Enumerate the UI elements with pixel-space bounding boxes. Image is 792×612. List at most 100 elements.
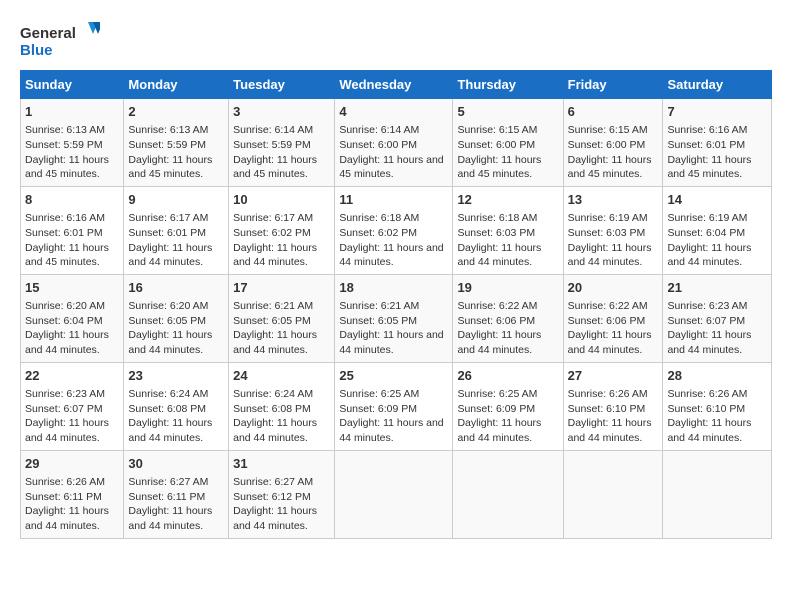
day-cell: 18 Sunrise: 6:21 AMSunset: 6:05 PMDaylig… (335, 274, 453, 362)
header-row: SundayMondayTuesdayWednesdayThursdayFrid… (21, 71, 772, 99)
day-number: 28 (667, 367, 767, 385)
day-cell: 16 Sunrise: 6:20 AMSunset: 6:05 PMDaylig… (124, 274, 229, 362)
day-cell: 24 Sunrise: 6:24 AMSunset: 6:08 PMDaylig… (229, 362, 335, 450)
day-info: Sunrise: 6:20 AMSunset: 6:05 PMDaylight:… (128, 299, 224, 358)
day-info: Sunrise: 6:27 AMSunset: 6:12 PMDaylight:… (233, 475, 330, 534)
day-info: Sunrise: 6:27 AMSunset: 6:11 PMDaylight:… (128, 475, 224, 534)
week-row-5: 29 Sunrise: 6:26 AMSunset: 6:11 PMDaylig… (21, 450, 772, 538)
week-row-3: 15 Sunrise: 6:20 AMSunset: 6:04 PMDaylig… (21, 274, 772, 362)
day-info: Sunrise: 6:20 AMSunset: 6:04 PMDaylight:… (25, 299, 119, 358)
day-info: Sunrise: 6:21 AMSunset: 6:05 PMDaylight:… (233, 299, 330, 358)
day-number: 20 (568, 279, 659, 297)
header-day-wednesday: Wednesday (335, 71, 453, 99)
day-number: 4 (339, 103, 448, 121)
day-info: Sunrise: 6:17 AMSunset: 6:01 PMDaylight:… (128, 211, 224, 270)
header-day-sunday: Sunday (21, 71, 124, 99)
header-day-friday: Friday (563, 71, 663, 99)
day-cell: 9 Sunrise: 6:17 AMSunset: 6:01 PMDayligh… (124, 186, 229, 274)
day-info: Sunrise: 6:21 AMSunset: 6:05 PMDaylight:… (339, 299, 448, 358)
day-number: 13 (568, 191, 659, 209)
day-number: 8 (25, 191, 119, 209)
day-number: 25 (339, 367, 448, 385)
day-info: Sunrise: 6:23 AMSunset: 6:07 PMDaylight:… (667, 299, 767, 358)
day-number: 27 (568, 367, 659, 385)
header-day-saturday: Saturday (663, 71, 772, 99)
day-info: Sunrise: 6:24 AMSunset: 6:08 PMDaylight:… (128, 387, 224, 446)
day-number: 6 (568, 103, 659, 121)
day-info: Sunrise: 6:25 AMSunset: 6:09 PMDaylight:… (339, 387, 448, 446)
day-number: 11 (339, 191, 448, 209)
day-number: 24 (233, 367, 330, 385)
day-info: Sunrise: 6:15 AMSunset: 6:00 PMDaylight:… (457, 123, 558, 182)
day-info: Sunrise: 6:14 AMSunset: 5:59 PMDaylight:… (233, 123, 330, 182)
day-number: 12 (457, 191, 558, 209)
day-cell: 23 Sunrise: 6:24 AMSunset: 6:08 PMDaylig… (124, 362, 229, 450)
day-cell: 28 Sunrise: 6:26 AMSunset: 6:10 PMDaylig… (663, 362, 772, 450)
day-cell: 1 Sunrise: 6:13 AMSunset: 5:59 PMDayligh… (21, 99, 124, 187)
calendar-table: SundayMondayTuesdayWednesdayThursdayFrid… (20, 70, 772, 539)
day-number: 9 (128, 191, 224, 209)
day-cell: 27 Sunrise: 6:26 AMSunset: 6:10 PMDaylig… (563, 362, 663, 450)
day-number: 19 (457, 279, 558, 297)
day-cell: 29 Sunrise: 6:26 AMSunset: 6:11 PMDaylig… (21, 450, 124, 538)
day-info: Sunrise: 6:22 AMSunset: 6:06 PMDaylight:… (457, 299, 558, 358)
header-day-tuesday: Tuesday (229, 71, 335, 99)
day-cell: 30 Sunrise: 6:27 AMSunset: 6:11 PMDaylig… (124, 450, 229, 538)
header-day-thursday: Thursday (453, 71, 563, 99)
day-number: 1 (25, 103, 119, 121)
day-number: 16 (128, 279, 224, 297)
week-row-2: 8 Sunrise: 6:16 AMSunset: 6:01 PMDayligh… (21, 186, 772, 274)
day-cell: 19 Sunrise: 6:22 AMSunset: 6:06 PMDaylig… (453, 274, 563, 362)
day-number: 26 (457, 367, 558, 385)
day-cell: 11 Sunrise: 6:18 AMSunset: 6:02 PMDaylig… (335, 186, 453, 274)
day-cell: 14 Sunrise: 6:19 AMSunset: 6:04 PMDaylig… (663, 186, 772, 274)
day-cell: 2 Sunrise: 6:13 AMSunset: 5:59 PMDayligh… (124, 99, 229, 187)
page-header: General Blue (20, 20, 772, 60)
header-day-monday: Monday (124, 71, 229, 99)
week-row-4: 22 Sunrise: 6:23 AMSunset: 6:07 PMDaylig… (21, 362, 772, 450)
day-cell: 25 Sunrise: 6:25 AMSunset: 6:09 PMDaylig… (335, 362, 453, 450)
day-cell: 21 Sunrise: 6:23 AMSunset: 6:07 PMDaylig… (663, 274, 772, 362)
day-info: Sunrise: 6:25 AMSunset: 6:09 PMDaylight:… (457, 387, 558, 446)
day-info: Sunrise: 6:14 AMSunset: 6:00 PMDaylight:… (339, 123, 448, 182)
day-cell (563, 450, 663, 538)
day-info: Sunrise: 6:13 AMSunset: 5:59 PMDaylight:… (25, 123, 119, 182)
day-info: Sunrise: 6:15 AMSunset: 6:00 PMDaylight:… (568, 123, 659, 182)
day-number: 18 (339, 279, 448, 297)
day-cell (663, 450, 772, 538)
svg-text:Blue: Blue (20, 42, 53, 59)
day-info: Sunrise: 6:26 AMSunset: 6:11 PMDaylight:… (25, 475, 119, 534)
day-number: 10 (233, 191, 330, 209)
day-cell: 6 Sunrise: 6:15 AMSunset: 6:00 PMDayligh… (563, 99, 663, 187)
logo: General Blue (20, 20, 100, 60)
day-cell: 4 Sunrise: 6:14 AMSunset: 6:00 PMDayligh… (335, 99, 453, 187)
day-info: Sunrise: 6:23 AMSunset: 6:07 PMDaylight:… (25, 387, 119, 446)
day-info: Sunrise: 6:18 AMSunset: 6:03 PMDaylight:… (457, 211, 558, 270)
day-cell: 13 Sunrise: 6:19 AMSunset: 6:03 PMDaylig… (563, 186, 663, 274)
day-cell: 8 Sunrise: 6:16 AMSunset: 6:01 PMDayligh… (21, 186, 124, 274)
svg-text:General: General (20, 25, 76, 42)
day-info: Sunrise: 6:26 AMSunset: 6:10 PMDaylight:… (568, 387, 659, 446)
day-number: 15 (25, 279, 119, 297)
day-info: Sunrise: 6:26 AMSunset: 6:10 PMDaylight:… (667, 387, 767, 446)
day-number: 2 (128, 103, 224, 121)
day-info: Sunrise: 6:18 AMSunset: 6:02 PMDaylight:… (339, 211, 448, 270)
week-row-1: 1 Sunrise: 6:13 AMSunset: 5:59 PMDayligh… (21, 99, 772, 187)
day-info: Sunrise: 6:24 AMSunset: 6:08 PMDaylight:… (233, 387, 330, 446)
day-number: 21 (667, 279, 767, 297)
day-number: 5 (457, 103, 558, 121)
day-cell: 20 Sunrise: 6:22 AMSunset: 6:06 PMDaylig… (563, 274, 663, 362)
day-number: 3 (233, 103, 330, 121)
day-cell: 26 Sunrise: 6:25 AMSunset: 6:09 PMDaylig… (453, 362, 563, 450)
day-cell: 12 Sunrise: 6:18 AMSunset: 6:03 PMDaylig… (453, 186, 563, 274)
day-info: Sunrise: 6:19 AMSunset: 6:04 PMDaylight:… (667, 211, 767, 270)
day-number: 14 (667, 191, 767, 209)
day-number: 17 (233, 279, 330, 297)
day-number: 30 (128, 455, 224, 473)
logo-icon: General Blue (20, 20, 100, 60)
day-cell (335, 450, 453, 538)
day-cell: 5 Sunrise: 6:15 AMSunset: 6:00 PMDayligh… (453, 99, 563, 187)
day-info: Sunrise: 6:22 AMSunset: 6:06 PMDaylight:… (568, 299, 659, 358)
day-cell (453, 450, 563, 538)
day-number: 29 (25, 455, 119, 473)
